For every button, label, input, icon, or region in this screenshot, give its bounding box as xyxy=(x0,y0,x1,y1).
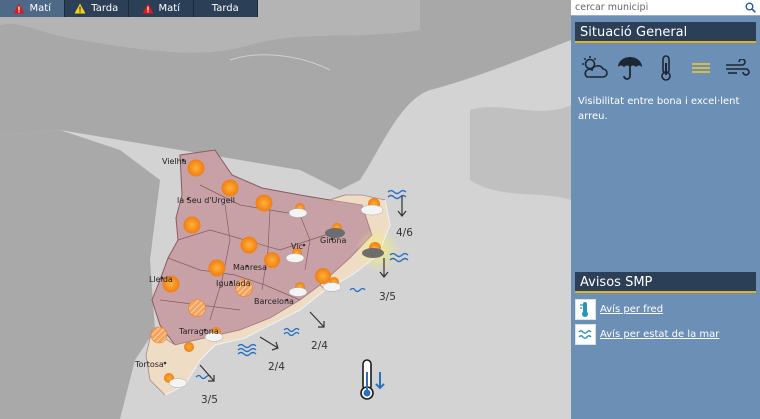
gulf-shelf xyxy=(470,105,571,200)
city-label: Igualada xyxy=(216,279,251,288)
city-label: Tarragona xyxy=(178,327,219,336)
sea-state-label: 3/5 xyxy=(201,394,218,406)
search-icon[interactable] xyxy=(745,2,756,13)
wind-icon[interactable] xyxy=(720,53,754,83)
waves-icon xyxy=(575,323,596,345)
sea-state-label: 4/6 xyxy=(396,227,413,239)
search-input[interactable] xyxy=(571,0,741,15)
weather-map[interactable]: Vielha la Seu d'Urgell Vic Girona Manres… xyxy=(0,0,571,419)
thermometer-icon[interactable] xyxy=(649,53,683,83)
avis-mar-link[interactable]: Avís per estat de la mar xyxy=(575,323,719,345)
situacio-general-title: Situació General xyxy=(575,22,756,43)
city-label: Tortosa xyxy=(134,360,164,369)
sea-state-label: 2/4 xyxy=(268,361,285,373)
sea-state-label: 3/5 xyxy=(379,291,396,303)
warning-icon xyxy=(142,3,154,14)
avis-mar-label: Avís per estat de la mar xyxy=(600,328,720,340)
tab-label: Matí xyxy=(158,3,180,14)
tab-mati-today[interactable]: Matí xyxy=(0,0,65,17)
tab-label: Matí xyxy=(29,3,51,14)
city-label: Barcelona xyxy=(254,297,294,306)
city-label: Lleida xyxy=(149,275,173,284)
search-box xyxy=(571,0,760,16)
situacio-summary-text: Visibilitat entre bona i excel·lent arre… xyxy=(578,96,740,122)
cloud-sun-icon[interactable] xyxy=(577,53,611,83)
city-label: Vielha xyxy=(162,157,187,166)
fog-lines-icon[interactable] xyxy=(684,53,718,83)
tab-tarda-tomorrow[interactable]: Tarda xyxy=(193,0,258,17)
city-label: Vic xyxy=(291,242,303,251)
warning-icon xyxy=(13,3,25,14)
city-label: Girona xyxy=(320,236,347,245)
warning-icon xyxy=(74,3,86,14)
tab-label: Tarda xyxy=(211,3,239,14)
avis-fred-link[interactable]: Avís per fred xyxy=(575,298,663,320)
weather-type-icons xyxy=(575,52,756,84)
period-tabs: Matí Tarda Matí Tarda xyxy=(0,0,258,17)
umbrella-icon[interactable] xyxy=(613,53,647,83)
city-label: Manresa xyxy=(233,263,267,272)
tab-tarda-today[interactable]: Tarda xyxy=(64,0,129,17)
sea-state-label: 2/4 xyxy=(311,340,328,352)
avisos-smp-title: Avisos SMP xyxy=(575,272,756,293)
tab-label: Tarda xyxy=(91,3,119,14)
thermometer-cold-icon xyxy=(575,298,596,320)
sidebar: Situació General xyxy=(571,0,760,419)
avis-fred-label: Avís per fred xyxy=(600,303,664,315)
map-canvas: Vielha la Seu d'Urgell Vic Girona Manres… xyxy=(0,0,571,419)
city-label: la Seu d'Urgell xyxy=(177,196,235,205)
tab-mati-tomorrow[interactable]: Matí xyxy=(129,0,194,17)
